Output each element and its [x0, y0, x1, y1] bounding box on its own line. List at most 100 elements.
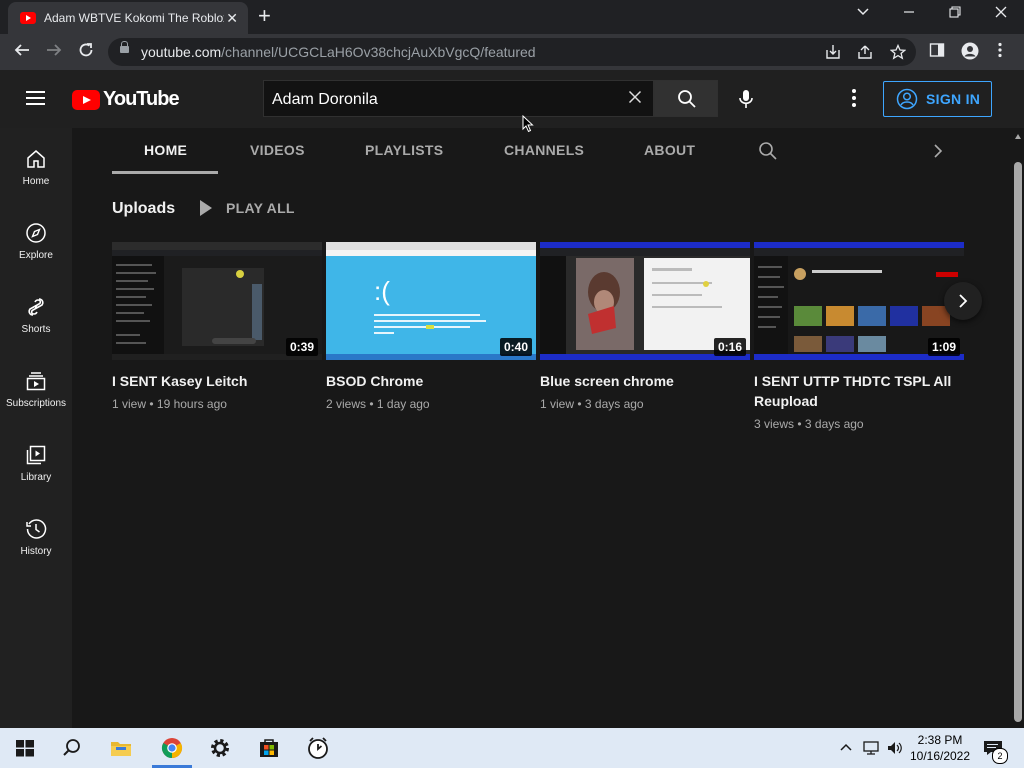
guide-menu-button[interactable]	[26, 91, 45, 105]
taskbar-search-button[interactable]	[60, 736, 84, 760]
minimize-button[interactable]	[894, 4, 924, 24]
chevron-right-icon	[959, 294, 968, 308]
new-tab-button[interactable]: +	[258, 5, 271, 27]
meta-separator: •	[146, 397, 157, 411]
side-panel-button[interactable]	[929, 42, 945, 63]
windows-logo-icon	[16, 740, 34, 757]
tab-search-button[interactable]	[848, 4, 878, 24]
hamburger-icon	[26, 91, 45, 93]
channel-featured-content: Uploads PLAY ALL 0:39 I SENT Kasey Leitc…	[72, 174, 1012, 728]
search-button[interactable]	[654, 80, 718, 117]
video-card[interactable]: 0:39 I SENT Kasey Leitch 1 view • 19 hou…	[112, 242, 322, 411]
chrome-taskbar-button[interactable]	[160, 736, 184, 760]
video-age: 3 days ago	[584, 397, 644, 411]
arrow-right-icon	[47, 44, 62, 56]
chevron-down-icon	[857, 8, 869, 16]
install-app-button[interactable]	[825, 44, 841, 63]
settings-taskbar-button[interactable]	[208, 736, 232, 760]
volume-tray-button[interactable]	[886, 740, 904, 760]
video-title[interactable]: Blue screen chrome	[540, 371, 746, 391]
address-bar[interactable]: youtube.com/channel/UCGCLaH6Ov38chcjAuXb…	[108, 38, 916, 66]
tab-close-button[interactable]: ✕	[226, 10, 238, 26]
tab-videos[interactable]: VIDEOS	[250, 142, 305, 158]
voice-search-button[interactable]	[734, 87, 758, 111]
shelf-next-button[interactable]	[944, 282, 982, 320]
search-icon	[759, 142, 777, 160]
back-button[interactable]	[10, 41, 34, 63]
video-title[interactable]: BSOD Chrome	[326, 371, 532, 391]
video-card[interactable]: 0:16 Blue screen chrome 1 view • 3 days …	[540, 242, 750, 411]
window-close-button[interactable]	[986, 4, 1016, 24]
more-vertical-icon	[998, 42, 1002, 58]
share-button[interactable]	[857, 44, 873, 63]
start-button[interactable]	[13, 736, 37, 760]
chrome-icon	[161, 738, 183, 759]
bookmark-button[interactable]	[889, 43, 907, 63]
tabs-scroll-right-button[interactable]	[932, 143, 944, 164]
alarm-clock-icon	[308, 737, 328, 759]
video-metadata: 1 view • 3 days ago	[540, 397, 750, 411]
minimize-icon	[904, 11, 914, 13]
youtube-favicon-icon	[20, 12, 36, 24]
taskbar-clock[interactable]: 2:38 PM 10/16/2022	[905, 732, 975, 764]
video-thumbnail[interactable]: :( 0:40	[326, 242, 536, 360]
youtube-masthead: YouTube SIGN IN	[0, 70, 1024, 128]
video-metadata: 1 view • 19 hours ago	[112, 397, 322, 411]
gear-icon	[211, 739, 229, 757]
chrome-menu-button[interactable]	[997, 42, 1003, 63]
clear-search-button[interactable]	[628, 88, 642, 109]
guide-item-shorts[interactable]: Shorts	[0, 296, 72, 335]
clock-app-taskbar-button[interactable]	[306, 736, 330, 760]
restore-button[interactable]	[940, 4, 970, 24]
store-taskbar-button[interactable]	[257, 736, 281, 760]
youtube-logo-text: YouTube	[103, 88, 180, 110]
tab-playlists[interactable]: PLAYLISTS	[365, 142, 443, 158]
meta-separator: •	[366, 397, 377, 411]
meta-separator: •	[794, 417, 805, 431]
reload-button[interactable]	[74, 41, 98, 63]
show-hidden-icons-button[interactable]	[839, 740, 853, 758]
more-vertical-icon	[852, 89, 856, 93]
speaker-icon	[888, 742, 902, 754]
svg-text::(: :(	[374, 276, 390, 306]
play-icon	[200, 200, 212, 216]
forward-button[interactable]	[42, 41, 66, 63]
guide-item-explore[interactable]: Explore	[0, 222, 72, 261]
file-explorer-button[interactable]	[109, 736, 133, 760]
video-age: 1 day ago	[376, 397, 430, 411]
settings-menu-button[interactable]	[850, 89, 858, 110]
shelf-title[interactable]: Uploads	[112, 200, 175, 218]
video-card[interactable]: :( 0:40 BSOD Chrome 2 views • 1 day ago	[326, 242, 536, 411]
channel-search-button[interactable]	[758, 141, 778, 166]
browser-tab[interactable]: Adam WBTVE Kokomi The Roblox ✕	[8, 2, 248, 34]
guide-item-subscriptions[interactable]: Subscriptions	[0, 370, 72, 409]
scroll-up-arrow-icon[interactable]	[1015, 134, 1021, 139]
video-thumbnail[interactable]: 0:39	[112, 242, 322, 360]
play-all-button[interactable]: PLAY ALL	[200, 200, 295, 216]
video-thumbnail[interactable]: 1:09	[754, 242, 964, 360]
sign-in-button[interactable]: SIGN IN	[883, 81, 992, 117]
youtube-logo[interactable]: YouTube	[72, 88, 180, 111]
video-card[interactable]: 1:09 I SENT UTTP THDTC TSPL All Reupload…	[754, 242, 964, 431]
video-title[interactable]: I SENT Kasey Leitch	[112, 371, 318, 391]
video-thumbnail[interactable]: 0:16	[540, 242, 750, 360]
search-input[interactable]	[270, 88, 614, 112]
notification-count-badge: 2	[992, 748, 1008, 764]
close-icon	[995, 6, 1007, 18]
guide-item-history[interactable]: History	[0, 518, 72, 557]
guide-item-library[interactable]: Library	[0, 444, 72, 483]
profile-button[interactable]	[961, 42, 979, 65]
network-tray-button[interactable]	[862, 740, 880, 760]
video-age: 3 days ago	[804, 417, 864, 431]
page-scrollbar[interactable]	[1012, 128, 1024, 728]
history-icon	[26, 519, 47, 539]
search-icon	[678, 90, 696, 108]
guide-item-home[interactable]: Home	[0, 148, 72, 187]
subscriptions-icon	[26, 372, 46, 391]
scrollbar-thumb[interactable]	[1014, 162, 1022, 722]
tab-home[interactable]: HOME	[144, 142, 187, 158]
video-title[interactable]: I SENT UTTP THDTC TSPL All Reupload	[754, 371, 960, 411]
tab-about[interactable]: ABOUT	[644, 142, 695, 158]
mouse-cursor-icon	[522, 114, 534, 138]
tab-channels[interactable]: CHANNELS	[504, 142, 584, 158]
